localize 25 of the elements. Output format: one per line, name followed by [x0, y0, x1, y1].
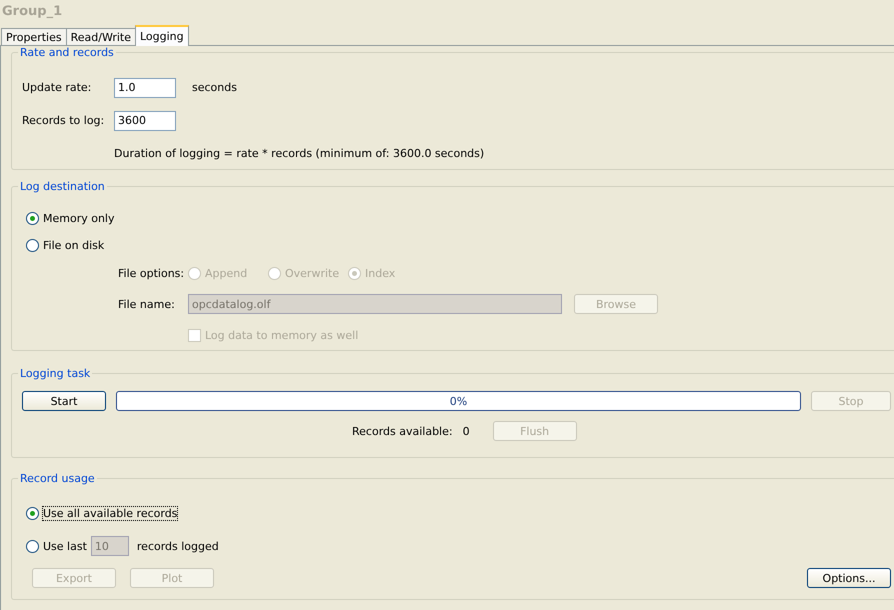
input-field[interactable]: 1.0 — [114, 78, 176, 98]
suffix-label: records logged — [136, 540, 219, 552]
start-button[interactable]: Start — [22, 391, 106, 411]
radio-option[interactable]: File on disk — [26, 239, 104, 252]
tab[interactable]: Properties — [1, 28, 67, 46]
field-label: Update rate: — [22, 81, 92, 94]
field-label: File name: — [118, 298, 176, 310]
panel-title: Group_1 — [1, 3, 64, 21]
group-title: Logging task — [18, 367, 92, 380]
unit-label: seconds — [192, 81, 237, 94]
tab[interactable]: Read/Write — [66, 28, 136, 46]
options-button[interactable]: Options... — [807, 568, 891, 588]
group-title: Record usage — [18, 472, 97, 485]
records-available-label: Records available: — [352, 424, 453, 438]
tab[interactable]: Logging — [134, 25, 189, 46]
input-field[interactable]: 3600 — [114, 110, 176, 131]
records-available-value: 0 — [462, 424, 471, 438]
radio-option[interactable]: Memory only — [26, 212, 114, 225]
field-label: Records to log: — [22, 114, 106, 128]
radio-option[interactable]: Use all available records — [26, 506, 178, 520]
group-title: Log destination — [18, 180, 107, 193]
group-title: Rate and records — [18, 46, 116, 59]
note-text: Duration of logging = rate * records (minimum of: 3600.0 seconds) — [114, 146, 484, 160]
field-label: File options: — [118, 266, 186, 280]
progress-bar: 0% — [116, 391, 801, 411]
